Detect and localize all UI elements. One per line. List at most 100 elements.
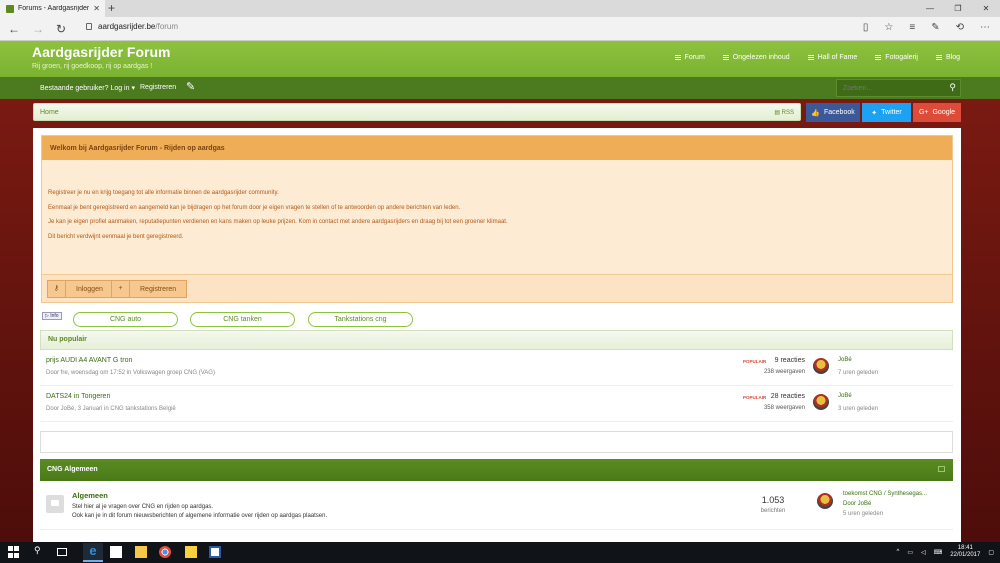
forum-title[interactable]: Algemeen [72, 491, 108, 500]
info-label: Info [50, 313, 59, 319]
popular-badge: POPULAIR [743, 359, 767, 364]
close-window-icon[interactable]: ✕ [972, 0, 1000, 17]
last-poster[interactable]: JoBé [838, 357, 852, 363]
login-button[interactable]: ⚷ Inloggen [47, 280, 114, 298]
register-link[interactable]: Registreren [140, 84, 176, 91]
post-count-label: berichten [760, 508, 786, 514]
notice-line: Dit bericht verdwijnt eenmaal je bent ge… [48, 233, 184, 240]
word-icon[interactable] [209, 546, 221, 558]
close-tab-icon[interactable]: ✕ [93, 4, 100, 13]
rss-label: RSS [781, 110, 794, 116]
forward-arrow-icon[interactable]: → [32, 22, 44, 36]
windows-start-icon[interactable] [8, 546, 20, 558]
login-button-label: Inloggen [76, 285, 103, 293]
edge-browser-icon[interactable]: e [83, 543, 103, 562]
keyboard-icon[interactable]: ⌨ [934, 549, 943, 556]
category-header: CNG Algemeen [40, 459, 953, 481]
login-dropdown[interactable]: Bestaande gebruiker? Log in ▾ [40, 84, 135, 92]
chevron-up-icon[interactable]: ^ [897, 549, 900, 555]
quick-link-cng-tanken[interactable]: CNG tanken [190, 312, 295, 327]
avatar[interactable] [817, 493, 833, 509]
last-post-author[interactable]: Door JoBé [843, 501, 871, 507]
thread-row: DATS24 in Tongeren Door JoBé, 3 Januari … [40, 386, 953, 422]
windows-taskbar: ⚲ e ^ ▭ ◁ ⌨ 18:41 22/01/2017 ▢ [0, 542, 1000, 563]
address-field[interactable]: aardgasrijder.be/forum [86, 22, 178, 31]
menu-icon [875, 55, 882, 60]
facebook-button[interactable]: 👍 Facebook [806, 103, 860, 122]
popular-badge: POPULAIR [743, 395, 767, 400]
search-input[interactable] [837, 80, 947, 96]
collapse-icon[interactable] [938, 466, 945, 472]
theme-brush-icon[interactable]: ✎ [186, 80, 195, 93]
share-icon[interactable]: ⟲ [956, 22, 964, 33]
search-icon[interactable]: ⚲ [34, 545, 46, 557]
quick-link-cng-auto[interactable]: CNG auto [73, 312, 178, 327]
last-poster[interactable]: JoBé [838, 393, 852, 399]
url-path: /forum [155, 22, 179, 31]
info-badge[interactable]: ▷ Info [42, 312, 62, 320]
notice-line: Je kan je eigen profiel aanmaken, reputa… [48, 219, 508, 225]
google-button[interactable]: G+ Google [913, 103, 961, 122]
new-tab-button[interactable]: + [108, 1, 115, 15]
category-title[interactable]: CNG Algemeen [47, 466, 98, 473]
reply-count: 9 reacties [774, 357, 805, 364]
menu-icon [722, 55, 729, 60]
network-icon[interactable]: ▭ [907, 549, 913, 556]
hub-icon[interactable]: ≡ [909, 22, 915, 33]
facebook-label: Facebook [823, 109, 855, 116]
browser-tools: ▯ ☆ ≡ ✎ ⟲ ⋯ [863, 22, 990, 33]
post-count: 1.053 [761, 495, 785, 505]
avatar[interactable] [813, 394, 829, 410]
store-icon[interactable] [110, 546, 122, 558]
notice-line: Eenmaal je bent geregistreerd en aangeme… [48, 204, 461, 211]
site-title[interactable]: Aardgasrijder Forum [32, 44, 170, 60]
rss-link[interactable]: ▤ RSS [774, 109, 794, 116]
thread-meta: Door JoBé, 3 Januari in CNG tankstations… [46, 406, 176, 412]
back-arrow-icon[interactable]: ← [8, 22, 20, 36]
caret-down-icon: ▾ [131, 85, 135, 92]
nav-fotogalerij[interactable]: Fotogalerij [875, 54, 918, 61]
nav-ongelezen[interactable]: Ongelezen inhoud [722, 54, 790, 61]
browser-tab-bar: Forums - Aardgasrijder ✕ + — ❐ ✕ [0, 0, 1000, 17]
thread-title[interactable]: prijs AUDI A4 AVANT G tron [46, 357, 132, 364]
minimize-icon[interactable]: — [916, 0, 944, 17]
clock[interactable]: 18:41 22/01/2017 [950, 545, 980, 559]
reading-view-icon[interactable]: ▯ [863, 22, 869, 33]
breadcrumb-home[interactable]: Home [40, 109, 59, 116]
avatar[interactable] [813, 358, 829, 374]
browser-tab[interactable]: Forums - Aardgasrijder ✕ [0, 0, 105, 17]
main-content: Welkom bij Aardgasrijder Forum - Rijden … [33, 128, 961, 542]
more-icon[interactable]: ⋯ [980, 22, 990, 33]
task-view-icon[interactable] [57, 548, 67, 556]
key-icon: ⚷ [48, 281, 66, 297]
nav-blog[interactable]: Blog [935, 54, 960, 61]
favorite-star-icon[interactable]: ☆ [884, 22, 893, 33]
reply-count: 28 reacties [770, 393, 805, 400]
twitter-bird-icon: ✦ [871, 109, 878, 117]
twitter-button[interactable]: ✦ Twitter [862, 103, 911, 122]
notice-actions: ⚷ Inloggen + Registreren [42, 274, 952, 302]
register-button[interactable]: + Registreren [111, 280, 188, 298]
nav-hall-of-fame[interactable]: Hall of Fame [807, 54, 858, 61]
nav-label: Hall of Fame [817, 54, 858, 61]
quick-link-tankstations[interactable]: Tankstations cng [308, 312, 413, 327]
search-icon[interactable]: ⚲ [949, 82, 956, 93]
thread-title[interactable]: DATS24 in Tongeren [46, 393, 110, 400]
forum-description: Ook kan je in dit forum nieuwsberichten … [72, 513, 328, 519]
notice-title: Welkom bij Aardgasrijder Forum - Rijden … [42, 136, 952, 160]
plus-icon: + [112, 281, 130, 297]
window-controls: — ❐ ✕ [916, 0, 1000, 17]
refresh-icon[interactable]: ↻ [56, 22, 66, 36]
notifications-icon[interactable]: ▢ [988, 549, 994, 556]
nav-forum[interactable]: Forum [674, 54, 705, 61]
volume-icon[interactable]: ◁ [921, 549, 926, 556]
mail-icon[interactable] [185, 546, 197, 558]
last-post-title[interactable]: toekomst CNG / Synthesegas... [843, 491, 927, 497]
notes-icon[interactable]: ✎ [931, 22, 939, 33]
forum-description: Stel hier al je vragen over CNG en rijde… [72, 504, 214, 510]
menu-icon [674, 55, 681, 60]
maximize-icon[interactable]: ❐ [944, 0, 972, 17]
tab-title: Forums - Aardgasrijder [18, 5, 90, 12]
chrome-icon[interactable] [159, 546, 171, 558]
file-explorer-icon[interactable] [135, 546, 147, 558]
